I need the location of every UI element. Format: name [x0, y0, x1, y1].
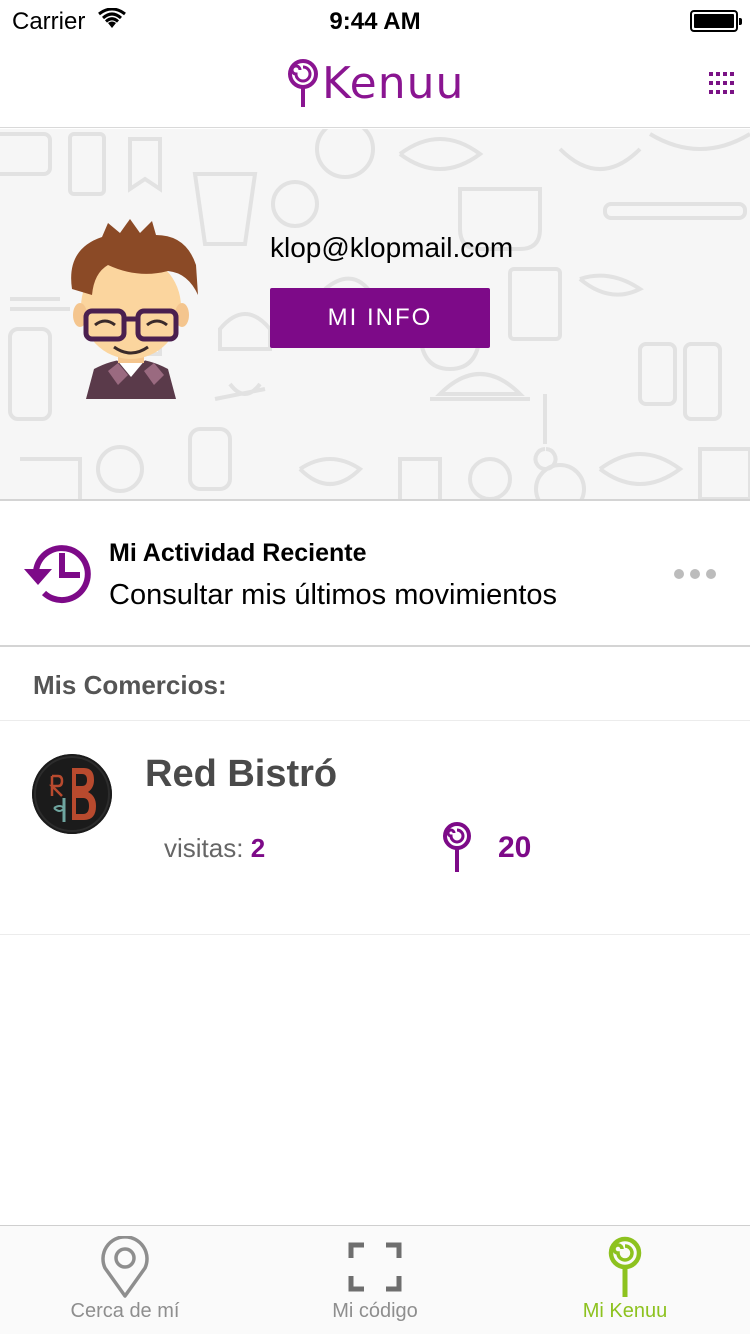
visits-label: visitas:: [164, 833, 244, 863]
kenuu-lollipop-icon: [288, 59, 318, 107]
profile-header: klop@klopmail.com MI INFO: [0, 129, 750, 501]
merchant-visits: visitas: 2: [164, 833, 265, 864]
tab-label: Mi Kenuu: [582, 1300, 668, 1322]
activity-subtitle: Consultar mis últimos movimientos: [109, 579, 558, 611]
status-bar: Carrier 9:44 AM: [0, 0, 750, 40]
merchant-points: 20: [498, 831, 532, 864]
merchant-row[interactable]: Red Bistró visitas: 2 20: [0, 721, 750, 935]
tab-label: Cerca de mí: [70, 1300, 180, 1322]
kenuu-logo: Kenuu: [286, 52, 464, 114]
history-clock-icon: [24, 545, 91, 604]
kenuu-lollipop-icon: [608, 1236, 642, 1297]
tab-label: Mi código: [332, 1300, 418, 1322]
avatar: [71, 219, 198, 399]
visits-count: 2: [250, 833, 266, 863]
top-navigation-bar: Kenuu: [0, 40, 750, 128]
clock: 9:44 AM: [329, 8, 421, 35]
apps-menu-icon[interactable]: [709, 72, 734, 96]
activity-title: Mi Actividad Reciente: [109, 539, 367, 567]
kenuu-points-icon: [443, 822, 471, 872]
more-options-icon[interactable]: [674, 569, 716, 579]
recent-activity-row[interactable]: Mi Actividad Reciente Consultar mis últi…: [0, 501, 750, 647]
user-email: klop@klopmail.com: [270, 232, 514, 263]
tab-mi-kenuu[interactable]: Mi Kenuu: [500, 1226, 750, 1334]
location-pin-icon: [101, 1236, 149, 1298]
scan-frame-icon: [348, 1242, 402, 1292]
brand-name: Kenuu: [322, 57, 465, 109]
merchant-logo: [32, 754, 112, 834]
mi-info-button[interactable]: MI INFO: [270, 288, 490, 348]
battery-icon: [690, 10, 742, 32]
merchants-section-title: Mis Comercios:: [33, 670, 227, 700]
tab-mi-codigo[interactable]: Mi código: [250, 1226, 500, 1334]
tab-cerca-de-mi[interactable]: Cerca de mí: [0, 1226, 250, 1334]
merchant-name: Red Bistró: [145, 753, 338, 795]
bottom-tab-bar: Cerca de mí Mi código Mi Kenuu: [0, 1225, 750, 1334]
